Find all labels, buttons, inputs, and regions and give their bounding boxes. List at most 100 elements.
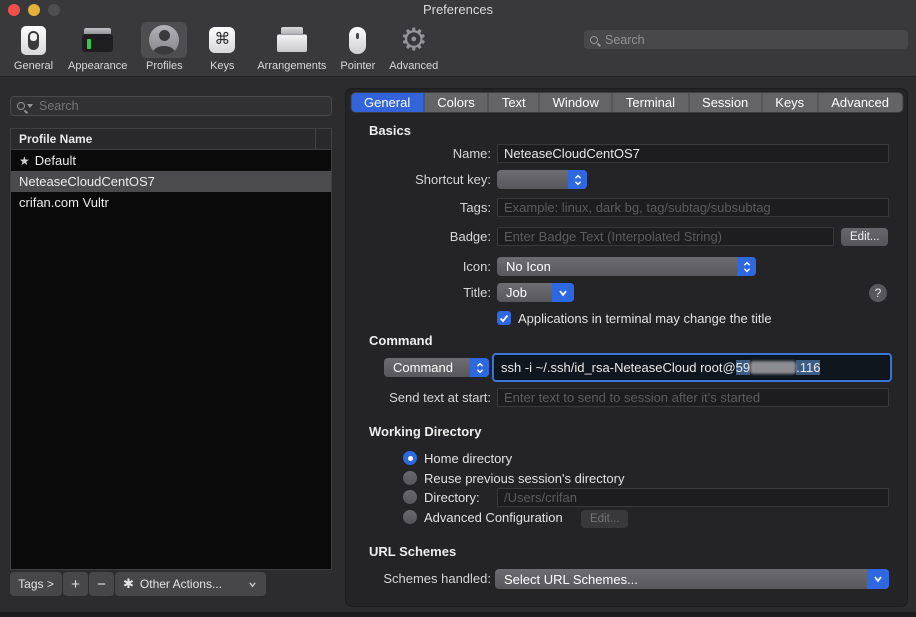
toolbar-item-general[interactable]: General [6,20,61,72]
title-label: Title: [463,285,491,300]
search-icon [17,102,25,110]
profile-search-field[interactable]: Search [10,96,332,116]
title-change-checkbox-label: Applications in terminal may change the … [518,311,772,326]
appearance-icon [82,28,114,52]
toolbar-item-label: General [13,60,54,72]
title-change-checkbox[interactable] [497,311,511,325]
name-label: Name: [452,146,491,161]
icon-label: Icon: [462,259,491,274]
preferences-window: Preferences General Appearance Profiles … [0,0,916,617]
icon-popup[interactable]: No Icon [497,257,756,276]
other-actions-label: Other Actions... [139,577,222,591]
basics-heading: Basics [369,123,411,138]
command-field[interactable]: ssh -i ~/.ssh/id_rsa-NeteaseCloud root@ 5… [494,355,890,380]
window-title: Preferences [422,2,494,17]
window-chrome: Preferences General Appearance Profiles … [0,0,916,77]
content-area: Search Profile Name ★ Default NeteaseClo… [0,78,916,617]
radio-directory[interactable] [403,490,417,504]
redacted-ip-blur [750,361,797,374]
tab-session[interactable]: Session [689,93,763,112]
toolbar-item-label: Pointer [340,60,376,72]
tab-window[interactable]: Window [539,93,613,112]
profile-table: Profile Name ★ Default NeteaseCloudCentO… [10,128,332,570]
tab-terminal[interactable]: Terminal [612,93,690,112]
chevron-down-icon [249,581,256,587]
badge-field[interactable] [497,227,834,246]
profile-search-placeholder: Search [39,99,79,113]
radio-reuse-previous-directory-label: Reuse previous session's directory [424,471,625,486]
name-field[interactable] [497,144,889,163]
radio-home-directory-label: Home directory [424,451,513,466]
toolbar-item-keys[interactable]: ⌘ Keys [194,20,250,72]
stepper-icon [568,170,587,189]
radio-reuse-previous-directory[interactable] [403,471,417,485]
tags-label: Tags: [459,200,491,215]
toolbar-item-profiles[interactable]: Profiles [134,20,194,72]
profile-name: NeteaseCloudCentOS7 [19,174,155,189]
search-icon [590,35,598,44]
toolbar-item-advanced[interactable]: ⚙ Advanced [382,20,445,73]
radio-directory-label: Directory: [424,490,480,505]
toolbar-item-appearance[interactable]: Appearance [61,20,134,72]
tab-general[interactable]: General [350,93,425,112]
profile-name: Default [34,153,76,168]
gear-icon: ✱ [123,576,134,591]
toolbar-item-label: Arrangements [257,60,327,72]
tags-button[interactable]: Tags > [10,572,62,596]
window-bottom-edge [0,612,916,617]
shortcut-key-label: Shortcut key: [415,172,491,187]
radio-advanced-configuration-label: Advanced Configuration [424,510,563,525]
profile-row-default[interactable]: ★ Default [11,150,331,171]
search-options-chevron-icon [27,104,33,108]
command-text-selected: 59 [735,360,751,375]
help-button[interactable]: ? [869,284,887,302]
command-type-value: Command [393,360,453,375]
tags-field[interactable] [497,198,889,217]
toolbar-item-label: Appearance [68,60,128,72]
check-icon [499,314,509,322]
search-placeholder: Search [605,32,645,47]
tab-colors[interactable]: Colors [424,93,489,112]
tab-text[interactable]: Text [488,93,540,112]
star-icon: ★ [19,153,30,168]
add-profile-button[interactable]: + [63,572,88,596]
radio-home-directory[interactable] [403,451,417,465]
arrangements-windows-icon [276,27,307,53]
radio-advanced-configuration[interactable] [403,510,417,524]
profile-row-neteasecloudcentos7[interactable]: NeteaseCloudCentOS7 [11,171,331,192]
toolbar-search-field[interactable]: Search [584,30,908,49]
gear-icon: ⚙ [399,22,428,58]
working-directory-heading: Working Directory [369,424,482,439]
schemes-handled-label: Schemes handled: [383,571,491,586]
command-text: ssh -i ~/.ssh/id_rsa-NeteaseCloud root@ [501,360,736,375]
profile-tabs: General Colors Text Window Terminal Sess… [349,92,904,113]
remove-profile-button[interactable]: − [89,572,114,596]
chevron-down-icon [867,569,889,589]
profile-table-header[interactable]: Profile Name [11,129,331,150]
mouse-pointer-icon [349,26,367,54]
command-text-selected: .116 [796,360,821,375]
command-key-icon: ⌘ [209,27,236,53]
url-schemes-pulldown[interactable]: Select URL Schemes... [495,569,889,589]
other-actions-button[interactable]: ✱ Other Actions... [115,572,266,596]
badge-label: Badge: [449,229,491,244]
profiles-person-icon [149,25,180,55]
command-type-popup[interactable]: Command [384,358,489,377]
title-pulldown-value: Job [506,285,527,300]
tab-keys[interactable]: Keys [762,93,819,112]
title-pulldown[interactable]: Job [497,283,574,302]
toolbar-item-pointer[interactable]: Pointer [333,20,382,72]
toolbar-item-arrangements[interactable]: Arrangements [250,20,333,72]
stepper-icon [737,257,756,276]
profile-settings-panel: General Colors Text Window Terminal Sess… [345,88,908,607]
column-divider [315,129,316,149]
general-switch-icon [21,25,46,55]
send-text-field[interactable] [497,388,889,407]
command-heading: Command [369,333,433,348]
badge-edit-button[interactable]: Edit... [841,228,889,246]
profile-row-crifan-vultr[interactable]: crifan.com Vultr [11,192,331,213]
tab-advanced[interactable]: Advanced [818,93,903,112]
advanced-configuration-edit-button: Edit... [581,510,629,528]
directory-field[interactable] [497,488,889,507]
shortcut-key-popup[interactable] [497,170,587,189]
